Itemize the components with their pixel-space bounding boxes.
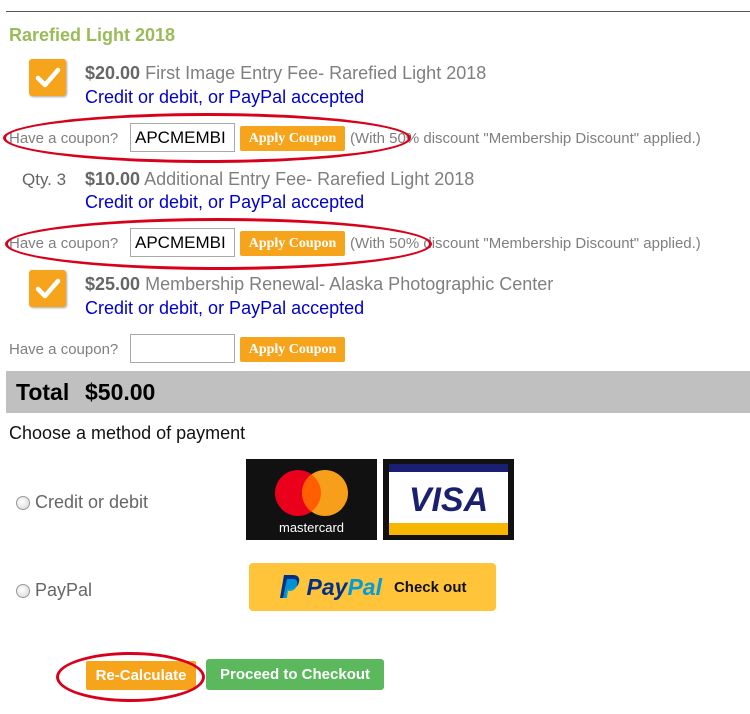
payment-option-credit[interactable]: Credit or debit bbox=[16, 492, 148, 513]
item-2-price: $10.00 bbox=[85, 169, 141, 189]
mastercard-logo: mastercard bbox=[246, 459, 377, 540]
coupon-1-apply-button[interactable]: Apply Coupon bbox=[240, 126, 345, 151]
coupon-2-input[interactable] bbox=[130, 228, 235, 257]
section-title: Rarefied Light 2018 bbox=[9, 25, 176, 45]
item-2-name: Additional Entry Fee- Rarefied Light 201… bbox=[144, 169, 475, 189]
item-2-qty: Qty. 3 bbox=[22, 170, 67, 189]
coupon-3-label: Have a coupon? bbox=[9, 341, 119, 358]
item-1-checkbox[interactable] bbox=[29, 59, 66, 96]
mastercard-text: mastercard bbox=[279, 520, 344, 535]
item-1-accepted: Credit or debit, or PayPal accepted bbox=[85, 87, 365, 107]
paypal-p-icon bbox=[279, 575, 299, 598]
proceed-to-checkout-button[interactable]: Proceed to Checkout bbox=[206, 659, 384, 690]
paypal-label: PayPal bbox=[35, 580, 93, 600]
total-label: Total bbox=[16, 379, 70, 405]
checkmark-icon bbox=[35, 67, 61, 88]
coupon-1-label: Have a coupon? bbox=[9, 130, 119, 147]
item-3-accepted: Credit or debit, or PayPal accepted bbox=[85, 298, 365, 318]
item-3-price: $25.00 bbox=[85, 274, 141, 294]
item-2-accepted: Credit or debit, or PayPal accepted bbox=[85, 192, 365, 212]
item-3-checkbox[interactable] bbox=[29, 270, 66, 307]
paypal-checkout-button[interactable]: PayPal Check out bbox=[249, 563, 496, 611]
coupon-3-input[interactable] bbox=[130, 334, 235, 363]
coupon-3-apply-button[interactable]: Apply Coupon bbox=[240, 337, 345, 362]
paypal-checkout-label: Check out bbox=[393, 578, 467, 596]
paypal-wordmark: PayPal bbox=[306, 573, 382, 600]
credit-radio[interactable] bbox=[16, 495, 30, 510]
item-3-name: Membership Renewal- Alaska Photographic … bbox=[145, 274, 554, 294]
visa-text: VISA bbox=[409, 481, 488, 519]
item-2-line: $10.00 Additional Entry Fee- Rarefied Li… bbox=[85, 169, 474, 190]
total-value: $50.00 bbox=[85, 379, 156, 405]
credit-label: Credit or debit bbox=[35, 492, 149, 512]
top-divider bbox=[6, 11, 750, 12]
coupon-2-note: (With 50% discount "Membership Discount"… bbox=[350, 235, 701, 252]
item-1-name: First Image Entry Fee- Rarefied Light 20… bbox=[145, 63, 487, 83]
recalculate-button[interactable]: Re-Calculate bbox=[86, 661, 196, 690]
coupon-2-apply-button[interactable]: Apply Coupon bbox=[240, 231, 345, 256]
coupon-1-input[interactable] bbox=[130, 123, 235, 152]
payment-method-title: Choose a method of payment bbox=[9, 423, 246, 443]
checkmark-icon bbox=[35, 278, 61, 299]
item-1-price: $20.00 bbox=[85, 63, 141, 83]
item-1-line: $20.00 First Image Entry Fee- Rarefied L… bbox=[85, 63, 486, 84]
visa-logo: VISA bbox=[383, 459, 514, 540]
item-3-line: $25.00 Membership Renewal- Alaska Photog… bbox=[85, 274, 553, 295]
payment-option-paypal[interactable]: PayPal bbox=[16, 580, 92, 601]
paypal-radio[interactable] bbox=[16, 583, 30, 598]
coupon-1-note: (With 50% discount "Membership Discount"… bbox=[350, 130, 701, 147]
coupon-2-label: Have a coupon? bbox=[9, 235, 119, 252]
